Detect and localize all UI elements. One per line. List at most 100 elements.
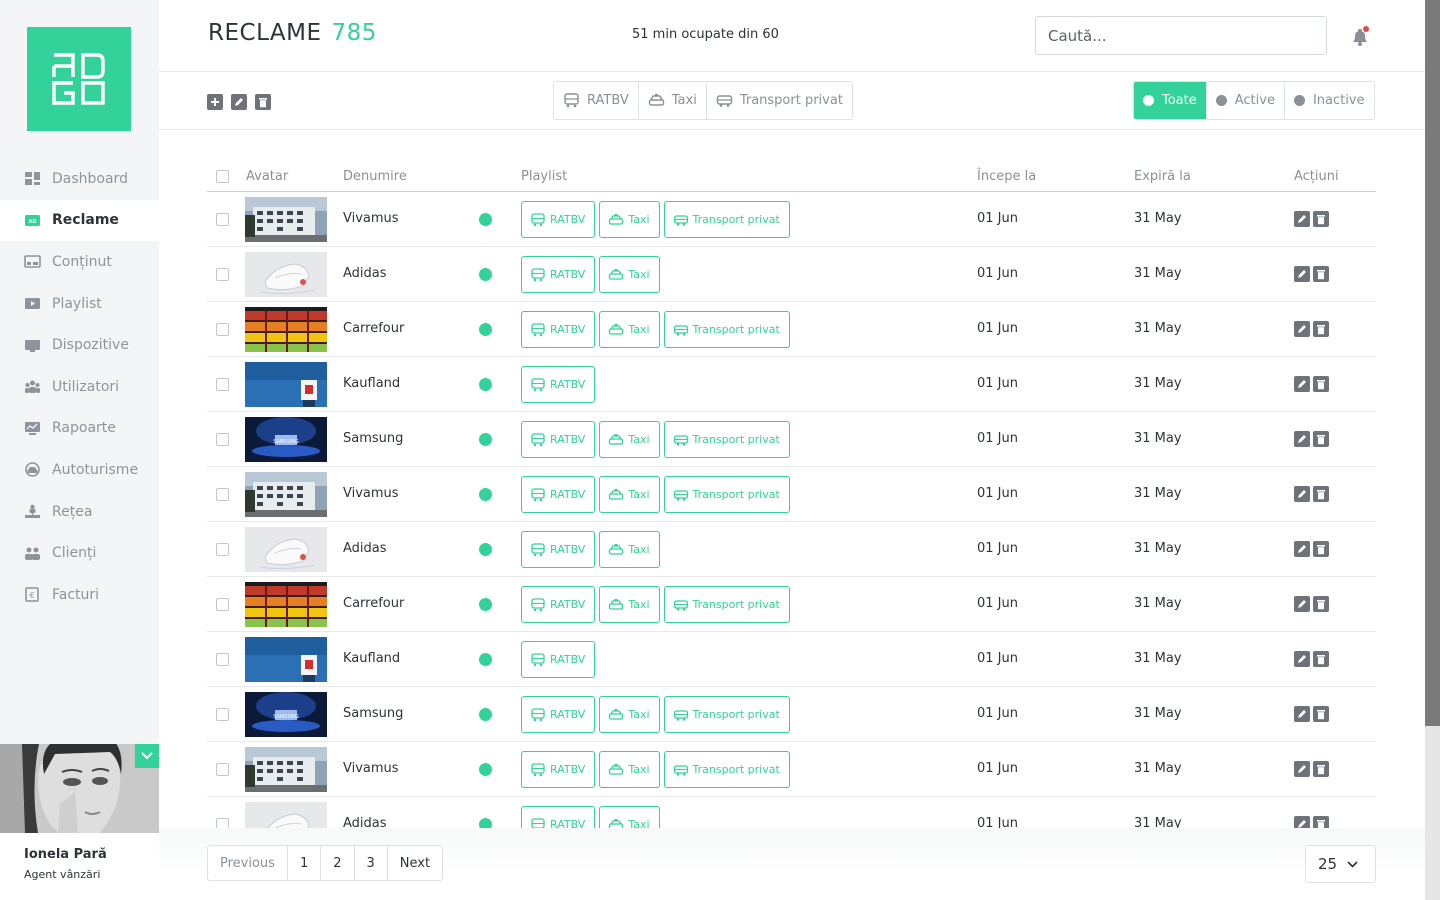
playlist-tag[interactable]: RATBV [521, 476, 596, 513]
filter-taxi[interactable]: Taxi [638, 82, 707, 119]
edit-row-button[interactable] [1294, 651, 1310, 667]
playlist-tag[interactable]: RATBV [521, 641, 596, 678]
playlist-tag[interactable]: Taxi [599, 311, 660, 348]
delete-row-button[interactable] [1313, 761, 1329, 777]
edit-row-button[interactable] [1294, 486, 1310, 502]
table-row[interactable]: Vivamus RATBV Taxi Transport privat 01 Jun 31… [207, 467, 1376, 522]
table-row[interactable]: Vivamus RATBV Taxi Transport privat 01 Jun 31… [207, 192, 1376, 247]
playlist-tag[interactable]: Transport privat [663, 696, 790, 733]
table-row[interactable]: SAMSUNG Samsung RATBV Taxi Transport privat 0… [207, 687, 1376, 742]
sidebar-item-facturi[interactable]: € Facturi [0, 574, 159, 616]
table-row[interactable]: Carrefour RATBV Taxi Transport privat 01 Jun… [207, 577, 1376, 632]
playlist-tag[interactable]: Transport privat [663, 201, 790, 238]
playlist-tag[interactable]: RATBV [521, 311, 596, 348]
playlist-tag[interactable]: RATBV [521, 531, 596, 568]
delete-row-button[interactable] [1313, 651, 1329, 667]
sidebar-item-rapoarte[interactable]: Rapoarte [0, 408, 159, 450]
delete-row-button[interactable] [1313, 431, 1329, 447]
add-button[interactable] [207, 94, 223, 110]
playlist-tag[interactable]: Transport privat [663, 311, 790, 348]
row-checkbox[interactable] [216, 598, 229, 611]
sidebar-item-reclame[interactable]: AD Reclame [0, 199, 159, 242]
filter-ratbv[interactable]: RATBV [554, 82, 639, 119]
row-checkbox[interactable] [216, 763, 229, 776]
playlist-tag[interactable]: Taxi [599, 751, 660, 788]
table-row[interactable]: Vivamus RATBV Taxi Transport privat 01 Jun 31… [207, 742, 1376, 797]
ad-thumbnail[interactable] [245, 637, 327, 682]
notifications-button[interactable] [1349, 26, 1371, 48]
playlist-tag[interactable]: RATBV [521, 696, 596, 733]
delete-row-button[interactable] [1313, 706, 1329, 722]
table-row[interactable]: SAMSUNG Samsung RATBV Taxi Transport privat 0… [207, 412, 1376, 467]
scrollbar[interactable] [1425, 0, 1440, 900]
row-checkbox[interactable] [216, 433, 229, 446]
filter-active[interactable]: Active [1206, 82, 1285, 119]
logo[interactable] [27, 27, 131, 131]
filter-all[interactable]: Toate [1134, 82, 1207, 119]
ad-thumbnail[interactable] [245, 362, 327, 407]
edit-row-button[interactable] [1294, 596, 1310, 612]
scrollbar-thumb[interactable] [1425, 0, 1440, 726]
table-row[interactable]: Adidas RATBV Taxi 01 Jun 31 May [207, 522, 1376, 577]
row-checkbox[interactable] [216, 323, 229, 336]
playlist-tag[interactable]: Taxi [599, 696, 660, 733]
delete-row-button[interactable] [1313, 486, 1329, 502]
playlist-tag[interactable]: RATBV [521, 256, 596, 293]
row-checkbox[interactable] [216, 708, 229, 721]
page-3-button[interactable]: 3 [355, 846, 388, 880]
page-1-button[interactable]: 1 [288, 846, 322, 880]
playlist-tag[interactable]: Taxi [599, 421, 660, 458]
edit-row-button[interactable] [1294, 541, 1310, 557]
sidebar-item-re-ea[interactable]: Rețea [0, 491, 159, 533]
per-page-select[interactable]: 25 [1305, 845, 1376, 883]
ad-thumbnail[interactable]: SAMSUNG [245, 692, 327, 737]
user-menu-toggle[interactable] [135, 744, 159, 768]
filter-inactive[interactable]: Inactive [1284, 82, 1374, 119]
ad-thumbnail[interactable] [245, 197, 327, 242]
playlist-tag[interactable]: Transport privat [663, 421, 790, 458]
delete-row-button[interactable] [1313, 211, 1329, 227]
ad-thumbnail[interactable] [245, 307, 327, 352]
table-row[interactable]: Carrefour RATBV Taxi Transport privat 01 Jun… [207, 302, 1376, 357]
sidebar-item-con-inut[interactable]: Conținut [0, 241, 159, 283]
delete-row-button[interactable] [1313, 266, 1329, 282]
playlist-tag[interactable]: Taxi [599, 586, 660, 623]
ad-thumbnail[interactable] [245, 527, 327, 572]
playlist-tag[interactable]: RATBV [521, 201, 596, 238]
ad-thumbnail[interactable] [245, 472, 327, 517]
next-page-button[interactable]: Next [388, 846, 442, 880]
sidebar-item-dispozitive[interactable]: Dispozitive [0, 324, 159, 366]
playlist-tag[interactable]: RATBV [521, 751, 596, 788]
row-checkbox[interactable] [216, 543, 229, 556]
edit-row-button[interactable] [1294, 266, 1310, 282]
delete-row-button[interactable] [1313, 321, 1329, 337]
row-checkbox[interactable] [216, 378, 229, 391]
table-row[interactable]: Adidas RATBV Taxi 01 Jun 31 May [207, 247, 1376, 302]
sidebar-item-playlist[interactable]: Playlist [0, 283, 159, 325]
delete-button[interactable] [255, 94, 271, 110]
page-2-button[interactable]: 2 [321, 846, 355, 880]
table-row[interactable]: Kaufland RATBV 01 Jun 31 May [207, 632, 1376, 687]
playlist-tag[interactable]: Taxi [599, 201, 660, 238]
playlist-tag[interactable]: Taxi [599, 256, 660, 293]
edit-row-button[interactable] [1294, 211, 1310, 227]
edit-row-button[interactable] [1294, 321, 1310, 337]
playlist-tag[interactable]: Transport privat [663, 586, 790, 623]
select-all-checkbox[interactable] [216, 170, 229, 183]
ad-thumbnail[interactable] [245, 582, 327, 627]
edit-row-button[interactable] [1294, 761, 1310, 777]
playlist-tag[interactable]: RATBV [521, 586, 596, 623]
row-checkbox[interactable] [216, 488, 229, 501]
delete-row-button[interactable] [1313, 596, 1329, 612]
delete-row-button[interactable] [1313, 376, 1329, 392]
playlist-tag[interactable]: RATBV [521, 366, 596, 403]
user-avatar[interactable] [0, 744, 159, 833]
row-checkbox[interactable] [216, 213, 229, 226]
ad-thumbnail[interactable] [245, 747, 327, 792]
edit-row-button[interactable] [1294, 431, 1310, 447]
row-checkbox[interactable] [216, 268, 229, 281]
ad-thumbnail[interactable] [245, 252, 327, 297]
sidebar-item-utilizatori[interactable]: Utilizatori [0, 366, 159, 408]
playlist-tag[interactable]: Taxi [599, 531, 660, 568]
sidebar-item-clien-i[interactable]: Clienți [0, 532, 159, 574]
